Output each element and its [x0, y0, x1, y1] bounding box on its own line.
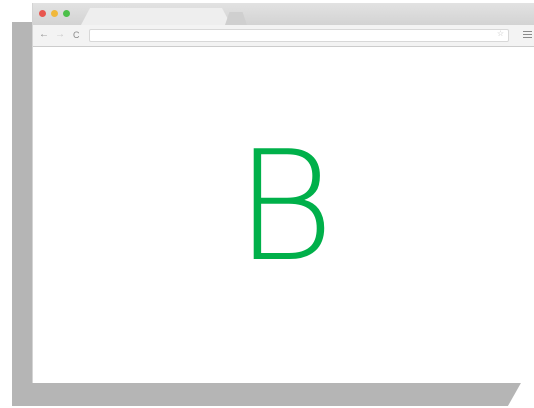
stage: ← → C ☆ B [0, 0, 534, 408]
page-content: B [33, 47, 534, 383]
maximize-button[interactable] [63, 10, 70, 17]
menu-icon[interactable] [523, 29, 532, 41]
browser-tab[interactable] [81, 8, 231, 25]
minimize-button[interactable] [51, 10, 58, 17]
title-bar [33, 3, 534, 25]
address-bar[interactable]: ☆ [89, 29, 509, 42]
reload-icon[interactable]: C [73, 29, 80, 41]
back-icon[interactable]: ← [39, 29, 49, 41]
browser-toolbar: ← → C ☆ [33, 25, 534, 47]
browser-window: ← → C ☆ B [32, 3, 534, 383]
new-tab-button[interactable] [225, 12, 247, 25]
letter-b: B [235, 118, 335, 295]
forward-icon[interactable]: → [55, 29, 65, 41]
close-button[interactable] [39, 10, 46, 17]
bookmark-star-icon[interactable]: ☆ [497, 29, 504, 38]
